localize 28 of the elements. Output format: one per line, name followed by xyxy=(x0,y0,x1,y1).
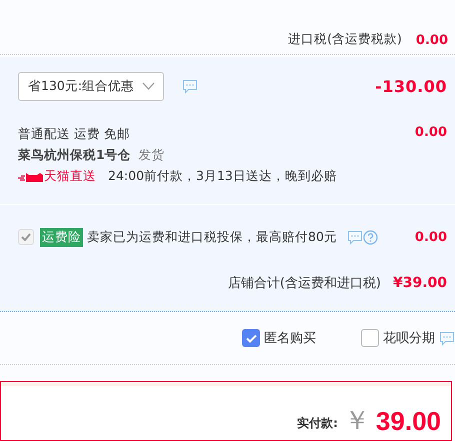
option-checkbox[interactable] xyxy=(242,329,260,347)
insurance-amount: 0.00 xyxy=(414,230,447,244)
store-total-label: 店铺合计(含运费和进口税) xyxy=(228,275,381,292)
chevron-down-icon xyxy=(142,82,156,90)
dispatch-label: 发货 xyxy=(138,146,165,163)
check-icon xyxy=(21,233,31,241)
chat-icon xyxy=(346,230,363,244)
help-icon[interactable] xyxy=(362,230,378,244)
insurance-tag: 运费险 xyxy=(40,228,83,246)
import-tax-label: 进口税(含运费税款) xyxy=(288,31,402,48)
import-tax-amount: 0.00 xyxy=(416,33,448,48)
tmall-direct-label: 天猫直送 xyxy=(44,167,96,184)
promotion-amount: -130.00 xyxy=(375,76,447,96)
shipping-amount: 0.00 xyxy=(414,125,447,142)
insurance-text: 卖家已为运费和进口税投保，最高赔付80元 xyxy=(87,228,337,246)
promotion-dropdown[interactable]: 省130元:组合优惠 xyxy=(18,72,164,100)
chat-icon xyxy=(182,78,198,94)
store-total-amount: ¥39.00 xyxy=(392,275,447,291)
option-checkbox[interactable] xyxy=(361,329,379,347)
payment-amount: 39.00 xyxy=(376,408,441,434)
check-icon xyxy=(246,334,256,342)
payment-label: 实付款: xyxy=(297,415,338,432)
option-label[interactable]: 花呗分期 xyxy=(383,329,435,347)
warehouse-name: 菜鸟杭州保税1号仓 xyxy=(18,146,131,163)
delivery-promise: 24:00前付款，3月13日送达，晚到必赔 xyxy=(108,167,337,184)
option-label[interactable]: 匿名购买 xyxy=(264,329,316,347)
shipping-method: 普通配送 运费 免邮 xyxy=(18,125,131,142)
currency-symbol: ￥ xyxy=(344,408,370,434)
